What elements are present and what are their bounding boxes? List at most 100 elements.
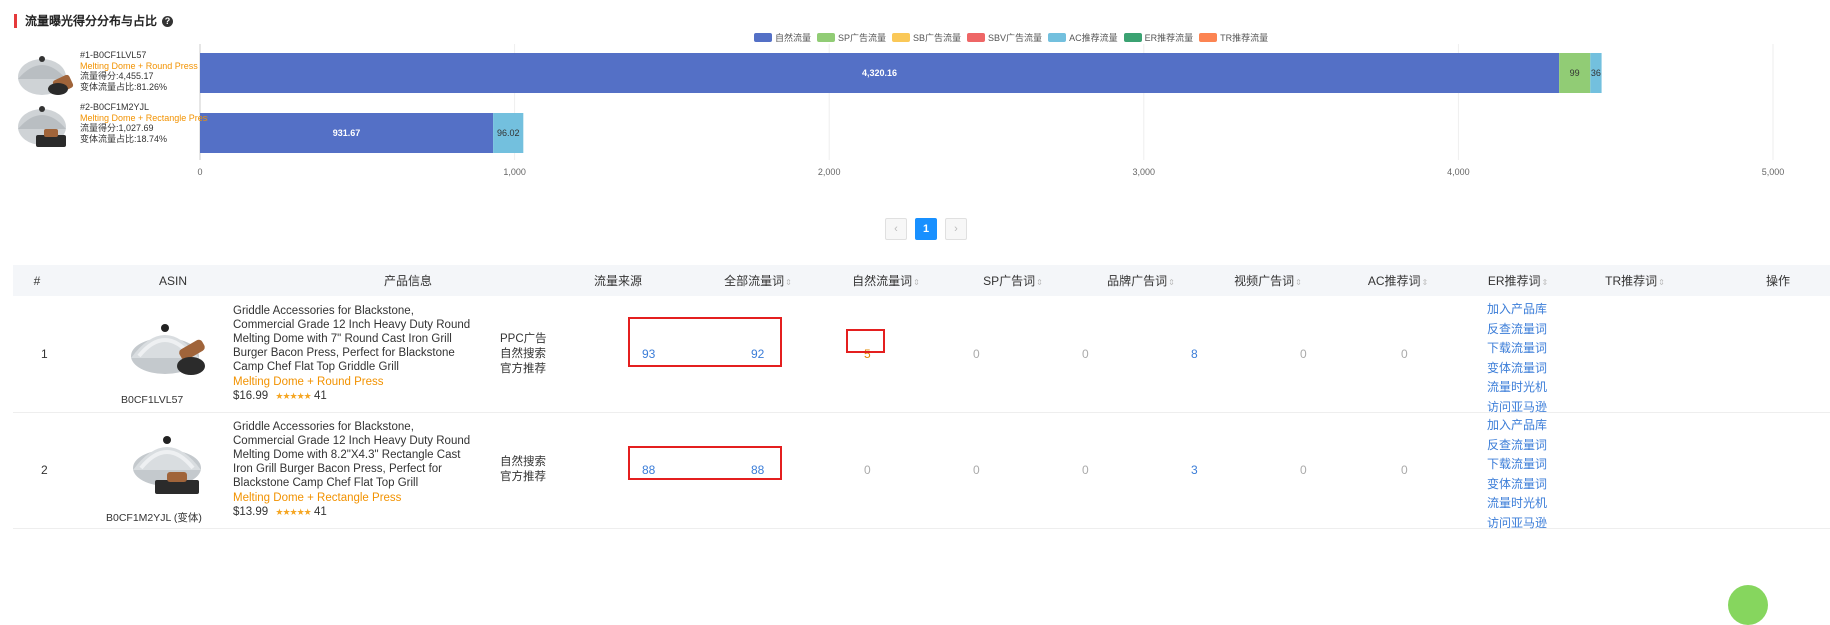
- row-actions: 加入产品库 反查流量词 下载流量词 变体流量词 流量时光机 访问亚马逊: [1487, 300, 1547, 417]
- prev-page-button[interactable]: ‹: [885, 218, 907, 240]
- review-count: 41: [313, 506, 327, 518]
- product-thumbnail-icon: [18, 106, 66, 147]
- col-tr-kw-label: TR推荐词: [1605, 274, 1658, 288]
- row-score: 流量得分:4,455.17: [80, 71, 154, 81]
- page-1-button[interactable]: 1: [915, 218, 937, 240]
- col-asin: ASIN: [158, 273, 187, 288]
- row-index: 2: [41, 463, 48, 477]
- bar-data-label: 36: [1591, 68, 1601, 78]
- row-score: 流量得分:1,027.69: [80, 123, 154, 133]
- row-share: 变体流量占比:18.74%: [80, 133, 168, 144]
- bar-data-label: 931.67: [333, 128, 361, 138]
- source-item: 官方推荐: [500, 363, 546, 375]
- row-asin[interactable]: B0CF1LVL57: [121, 394, 183, 406]
- sort-icon[interactable]: ⇕: [1541, 278, 1548, 287]
- er-kw-count: 0: [1300, 347, 1307, 361]
- help-icon[interactable]: ?: [162, 15, 174, 27]
- add-to-library-link[interactable]: 加入产品库: [1487, 416, 1547, 436]
- col-source: 流量来源: [593, 274, 642, 288]
- col-ops: 操作: [1765, 274, 1790, 288]
- floating-help-button[interactable]: [1728, 585, 1768, 625]
- review-count: 41: [313, 390, 327, 402]
- product-image-icon[interactable]: [125, 422, 215, 512]
- title-line: Blackstone Camp Chef Flat Top Grill: [233, 477, 419, 489]
- col-natural-kw[interactable]: 自然流量词⇕: [846, 272, 926, 289]
- sort-icon[interactable]: ⇕: [1295, 278, 1302, 287]
- reverse-lookup-link[interactable]: 反查流量词: [1487, 436, 1547, 456]
- sort-icon[interactable]: ⇕: [913, 278, 920, 287]
- col-all-kw-label: 全部流量词: [724, 274, 785, 288]
- pagination: ‹ 1 ›: [885, 218, 967, 240]
- x-tick-label: 0: [197, 167, 202, 177]
- x-tick-label: 5,000: [1762, 167, 1785, 177]
- row-index: 1: [41, 347, 48, 361]
- source-item: 自然搜索: [500, 456, 546, 468]
- add-to-library-link[interactable]: 加入产品库: [1487, 300, 1547, 320]
- col-tr-kw[interactable]: TR推荐词⇕: [1595, 272, 1675, 289]
- sort-icon[interactable]: ⇕: [1658, 278, 1665, 287]
- sort-icon[interactable]: ⇕: [1421, 278, 1428, 287]
- row-asin[interactable]: B0CF1M2YJL (变体): [106, 510, 202, 525]
- col-product: 产品信息: [383, 274, 432, 288]
- ac-kw-count[interactable]: 8: [1191, 347, 1198, 361]
- source-item: 官方推荐: [500, 471, 546, 483]
- video-kw-count: 0: [1082, 347, 1089, 361]
- product-title[interactable]: Griddle Accessories for Blackstone, Comm…: [233, 420, 473, 490]
- bar-data-label: 99: [1570, 68, 1580, 78]
- row-variant: Melting Dome + Round Press: [80, 60, 198, 71]
- variant-keywords-link[interactable]: 变体流量词: [1487, 359, 1547, 379]
- sp-kw-count: 0: [864, 463, 871, 477]
- col-er-kw-label: ER推荐词: [1487, 274, 1541, 288]
- product-price: $16.99: [233, 390, 269, 402]
- download-keywords-link[interactable]: 下载流量词: [1487, 339, 1547, 359]
- sort-icon[interactable]: ⇕: [785, 278, 792, 287]
- variant-keywords-link[interactable]: 变体流量词: [1487, 475, 1547, 495]
- row-asin: #2-B0CF1M2YJL: [80, 102, 150, 112]
- section-title-text: 流量曝光得分分布与占比: [25, 14, 158, 28]
- title-line: Iron Grill Burger Bacon Press, Perfect f…: [233, 463, 442, 475]
- asin-table: # ASIN 产品信息 流量来源 全部流量词⇕ 自然流量词⇕ SP广告词⇕ 品牌…: [13, 265, 1830, 530]
- visit-amazon-link[interactable]: 访问亚马逊: [1487, 514, 1547, 534]
- col-ac-kw[interactable]: AC推荐词⇕: [1358, 272, 1438, 289]
- x-tick-label: 4,000: [1447, 167, 1470, 177]
- col-sp-kw[interactable]: SP广告词⇕: [973, 272, 1053, 289]
- col-brand-kw[interactable]: 品牌广告词⇕: [1101, 272, 1181, 289]
- title-line: Griddle Accessories for Blackstone,: [233, 421, 414, 433]
- x-tick-label: 3,000: [1133, 167, 1156, 177]
- col-all-kw[interactable]: 全部流量词⇕: [718, 272, 798, 289]
- traffic-timemachine-link[interactable]: 流量时光机: [1487, 378, 1547, 398]
- chart-row-text: #2-B0CF1M2YJL Melting Dome + Rectangle P…: [80, 102, 208, 144]
- col-sp-kw-label: SP广告词: [983, 274, 1036, 288]
- title-line: Camp Chef Flat Top Griddle Grill: [233, 361, 399, 373]
- title-line: Burger Bacon Press, Perfect for Blacksto…: [233, 347, 455, 359]
- chart-row-text: #1-B0CF1LVL57 Melting Dome + Round Press…: [80, 50, 208, 92]
- col-video-kw[interactable]: 视频广告词⇕: [1228, 272, 1308, 289]
- er-kw-count: 0: [1300, 463, 1307, 477]
- table-row: 1 B0CF1LVL57 Griddle Accessories for Bla…: [13, 296, 1830, 414]
- col-er-kw[interactable]: ER推荐词⇕: [1478, 272, 1558, 289]
- download-keywords-link[interactable]: 下载流量词: [1487, 455, 1547, 475]
- sort-icon[interactable]: ⇕: [1168, 278, 1175, 287]
- section-title: 流量曝光得分分布与占比 ?: [14, 14, 174, 28]
- col-ac-kw-label: AC推荐词: [1367, 274, 1421, 288]
- product-price: $13.99: [233, 506, 269, 518]
- bar-data-label: 96.02: [497, 128, 520, 138]
- bar-data-label: 4,320.16: [862, 68, 897, 78]
- product-title[interactable]: Griddle Accessories for Blackstone, Comm…: [233, 304, 473, 374]
- title-line: Griddle Accessories for Blackstone,: [233, 305, 414, 317]
- sort-icon[interactable]: ⇕: [1036, 278, 1043, 287]
- title-line: Commercial Grade 12 Inch Heavy Duty Roun…: [233, 319, 471, 331]
- chart-row-label-1: #1-B0CF1LVL57 Melting Dome + Round Press…: [14, 47, 198, 107]
- source-item: 自然搜索: [500, 348, 546, 360]
- product-image-icon[interactable]: [125, 306, 215, 396]
- ac-kw-count[interactable]: 3: [1191, 463, 1198, 477]
- title-line: Commercial Grade 12 Inch Heavy Duty Roun…: [233, 435, 471, 447]
- next-page-button[interactable]: ›: [945, 218, 967, 240]
- star-rating-icon: ★★★★★: [275, 507, 311, 517]
- table-header: # ASIN 产品信息 流量来源 全部流量词⇕ 自然流量词⇕ SP广告词⇕ 品牌…: [13, 265, 1830, 296]
- tr-kw-count: 0: [1401, 463, 1408, 477]
- traffic-timemachine-link[interactable]: 流量时光机: [1487, 494, 1547, 514]
- reverse-lookup-link[interactable]: 反查流量词: [1487, 320, 1547, 340]
- title-line: Melting Dome with 7" Round Cast Iron Gri…: [233, 333, 452, 345]
- col-brand-kw-label: 品牌广告词: [1107, 274, 1168, 288]
